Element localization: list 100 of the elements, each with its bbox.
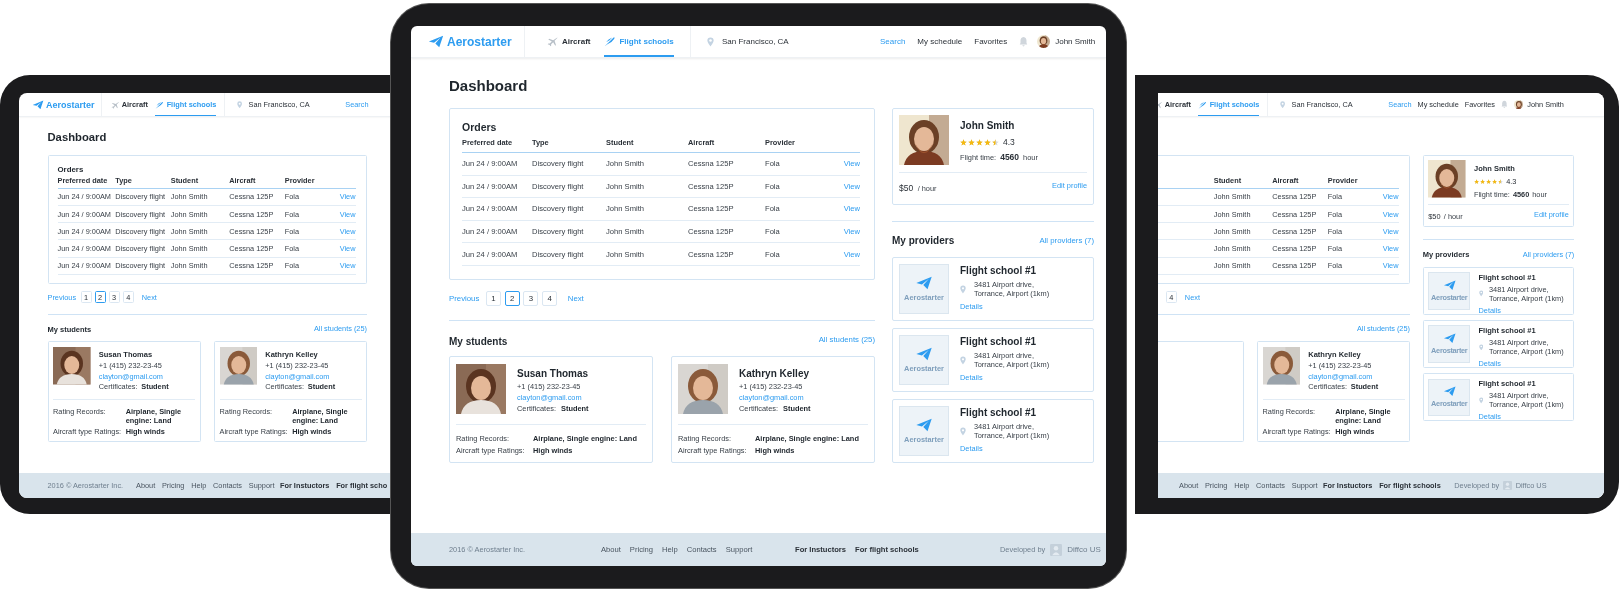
location-pin-icon	[960, 284, 966, 294]
copyright-text: 2016 © Aerostarter Inc.	[47, 481, 124, 491]
view-link[interactable]: View	[1382, 261, 1399, 271]
footer-link[interactable]: For Instuctors	[280, 481, 330, 491]
footer-link[interactable]: Help	[1234, 481, 1250, 491]
field-label: Aircraft type Ratings:	[1262, 426, 1331, 436]
field-label: Flight time:	[1474, 190, 1510, 199]
field-label: Certificates:	[1308, 382, 1348, 392]
field-label: Certificates:	[265, 382, 305, 392]
page-button[interactable]: 4	[122, 291, 134, 303]
column-header: Aircraft	[229, 176, 257, 186]
footer-link[interactable]: For Instuctors	[1323, 481, 1373, 491]
header-link[interactable]: My schedule	[917, 37, 963, 46]
field-value: Airplane, Single engine: Land	[292, 406, 349, 425]
wing-icon	[1198, 100, 1207, 109]
footer-link[interactable]: Support	[248, 481, 275, 491]
all-providers-link[interactable]: All providers (7)	[1522, 249, 1575, 259]
wing-icon	[155, 100, 164, 109]
details-link[interactable]: Details	[1478, 305, 1501, 315]
view-link[interactable]: View	[1382, 192, 1399, 202]
table-cell-text: John Smith	[1213, 261, 1252, 271]
table-cell-text: Fola	[1327, 209, 1344, 219]
page-button[interactable]: 4	[1165, 291, 1177, 303]
footer-link[interactable]: Contacts	[1256, 481, 1285, 491]
footer-link[interactable]: For flight scho	[336, 481, 388, 491]
field-value: Airplane, Single engine: Land	[125, 406, 183, 425]
person-icon	[1050, 543, 1063, 556]
view-link[interactable]: View	[339, 192, 356, 202]
previous-link[interactable]: Previous	[47, 292, 77, 302]
table-cell-text: Fola	[284, 261, 301, 271]
column-header: Type	[115, 176, 133, 186]
table-cell-text: Fola	[1327, 226, 1344, 236]
table-cell-text: John Smith	[1213, 226, 1252, 236]
footer-link[interactable]: Help	[191, 481, 207, 491]
view-link[interactable]: View	[339, 261, 356, 271]
footer-link[interactable]: About	[1179, 481, 1199, 491]
view-link[interactable]: View	[339, 243, 356, 253]
table-cell-text: Discovery flight	[115, 261, 167, 271]
table-cell-text: John Smith	[170, 209, 209, 219]
logo-link[interactable]: Aerostarter	[31, 99, 95, 110]
header-link[interactable]: Search	[1388, 100, 1412, 109]
table-cell-text: Cessna 125P	[1272, 261, 1318, 271]
footer-link[interactable]: Contacts	[213, 481, 242, 491]
all-students-link[interactable]: All students (25)	[1356, 323, 1410, 333]
student-name: Kathryn Kelley	[265, 350, 318, 359]
table-cell-text: Cessna 125P	[1272, 192, 1318, 202]
edit-profile-link[interactable]: Edit profile	[1534, 210, 1569, 220]
view-link[interactable]: View	[339, 226, 356, 236]
footer-link[interactable]: About	[136, 481, 156, 491]
nav-tab[interactable]: Aircraft	[547, 26, 591, 57]
nav-tab[interactable]: Aircraft	[1158, 93, 1191, 116]
nav-tab[interactable]: Aircraft	[110, 93, 148, 116]
email-link[interactable]: clayton@gmail.com	[265, 371, 330, 381]
location-pin-icon	[1280, 100, 1286, 109]
table-cell-text: Discovery flight	[115, 243, 167, 253]
section-title: My providers	[892, 235, 955, 246]
details-link[interactable]: Details	[1478, 359, 1501, 368]
section-title: My students	[449, 335, 508, 347]
paper-plane-icon	[31, 99, 44, 110]
next-link[interactable]: Next	[1184, 292, 1200, 302]
page-button[interactable]: 2	[94, 291, 106, 303]
footer-link[interactable]: Pricing	[1204, 481, 1228, 491]
column-header: Student	[1213, 176, 1243, 186]
header-link[interactable]: My schedule	[1417, 100, 1459, 109]
all-students-link[interactable]: All students (25)	[313, 323, 367, 333]
table-cell-text: Cessna 125P	[1272, 209, 1318, 219]
next-link[interactable]: Next	[141, 292, 157, 302]
phone-number: +1 (415) 232-23-45	[98, 361, 162, 371]
view-link[interactable]: View	[1382, 243, 1399, 253]
nav-tab[interactable]: Flight schools	[155, 93, 217, 116]
email-link[interactable]: clayton@gmail.com	[98, 371, 163, 381]
table-cell-text: Discovery flight	[115, 209, 167, 219]
footer-link[interactable]: Pricing	[161, 481, 185, 491]
header-link[interactable]: Favorites	[1464, 100, 1495, 109]
address-line: Torrance, Airport (1km)	[1489, 400, 1564, 410]
logo-link[interactable]: Aerostarter	[428, 34, 512, 49]
header-link[interactable]: Search	[345, 100, 369, 109]
header-link[interactable]: Favorites	[974, 37, 1008, 46]
details-link[interactable]: Details	[1478, 412, 1501, 422]
bell-icon[interactable]	[1500, 100, 1508, 109]
footer-link[interactable]: For flight schools	[1379, 481, 1441, 491]
address-line: 3481 Airport drive,	[1489, 284, 1550, 294]
view-link[interactable]: View	[1382, 226, 1399, 236]
header-link[interactable]: Search	[880, 37, 906, 46]
address-line: Torrance, Airport (1km)	[1489, 347, 1564, 356]
email-link[interactable]: clayton@gmail.com	[1308, 371, 1373, 381]
page-button[interactable]: 3	[108, 291, 120, 303]
view-link[interactable]: View	[1382, 209, 1399, 219]
view-link[interactable]: View	[339, 209, 356, 219]
developer-name: Diffco US	[1515, 481, 1547, 491]
phone-number: +1 (415) 232-23-45	[265, 361, 329, 371]
nav-tab[interactable]: Flight schools	[604, 26, 674, 57]
bell-icon[interactable]	[1019, 36, 1029, 47]
page-button[interactable]: 1	[80, 291, 92, 303]
paper-plane-icon	[428, 35, 444, 48]
nav-tab[interactable]: Flight schools	[1198, 93, 1260, 116]
user-name-link[interactable]: John Smith	[1055, 37, 1096, 46]
footer-link[interactable]: Support	[1291, 481, 1318, 491]
logo-text: Aerostarter	[1431, 292, 1468, 302]
user-name-link[interactable]: John Smith	[1527, 100, 1564, 109]
